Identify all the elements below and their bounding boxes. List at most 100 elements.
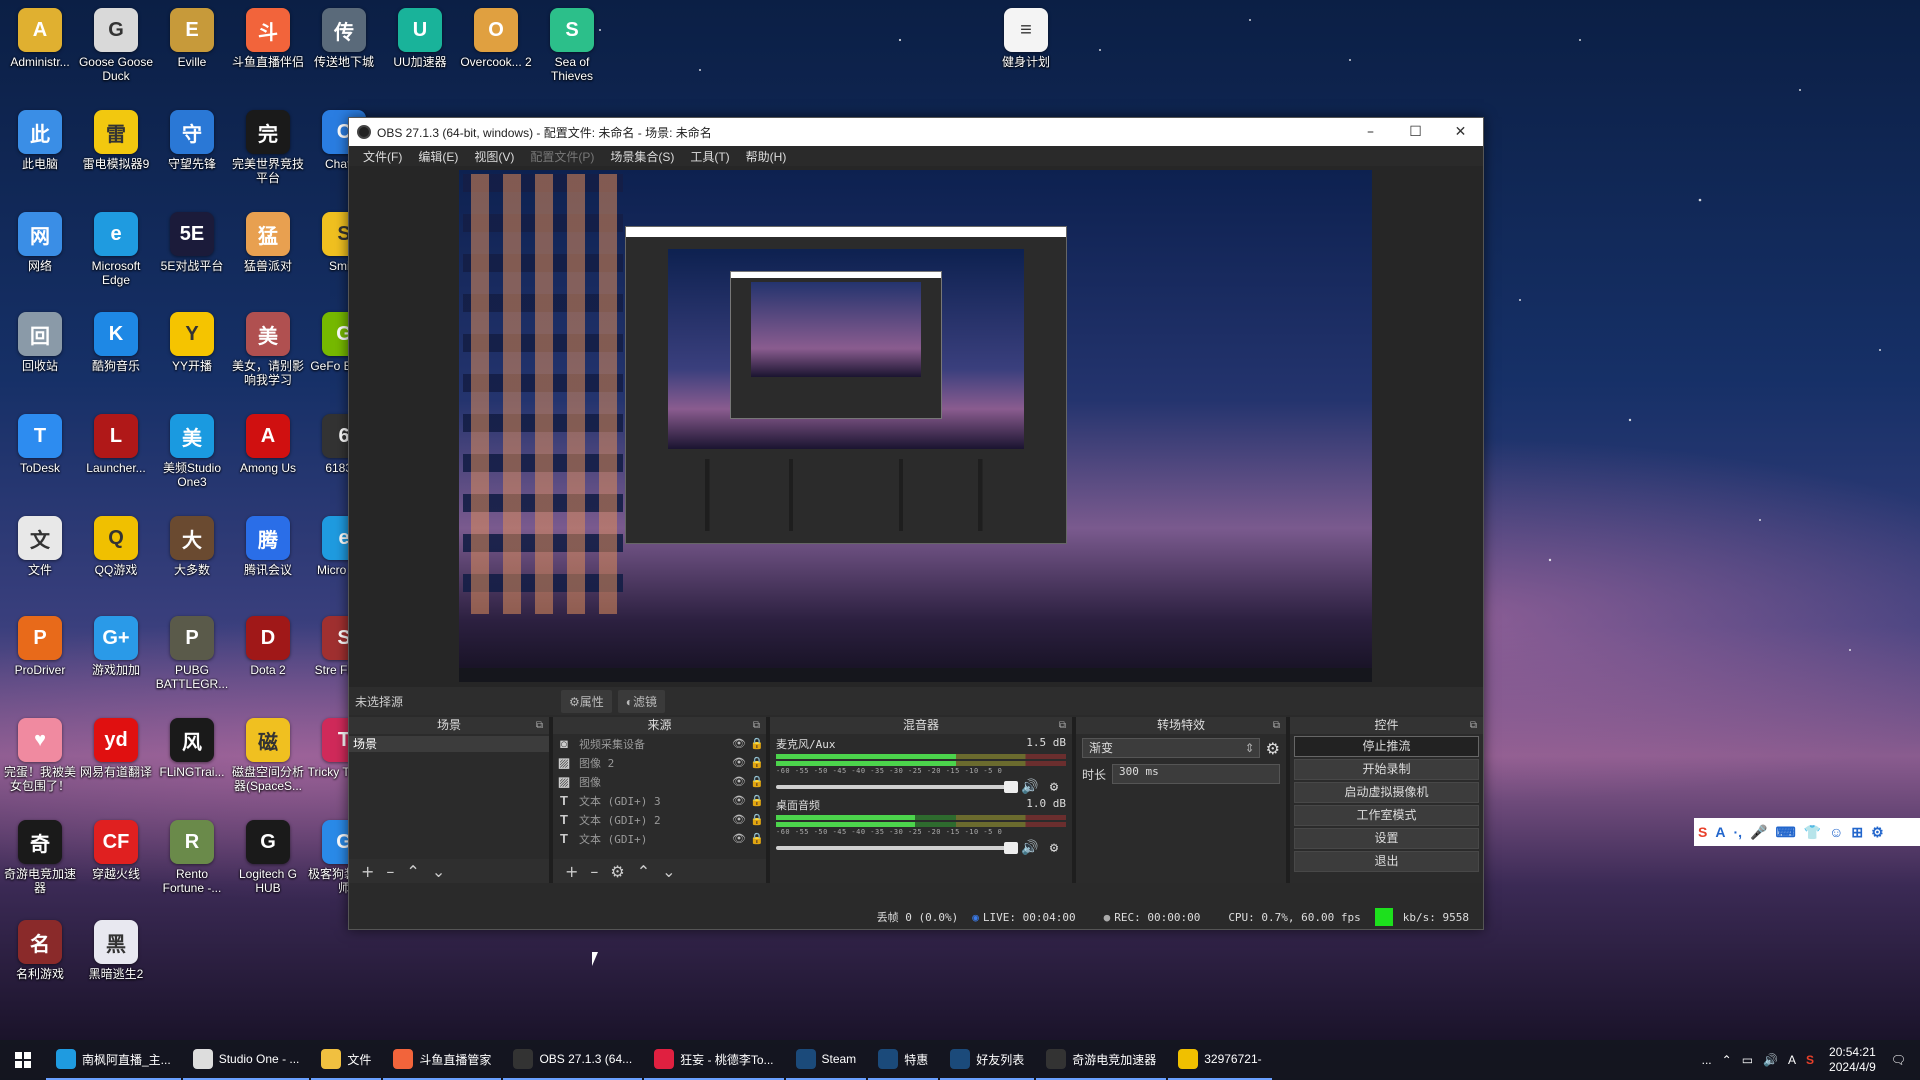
lock-icon[interactable]: 🔒 [748, 775, 766, 788]
ime-tool-icon[interactable]: ·, [1733, 824, 1742, 840]
ime-tool-icon[interactable]: ☺ [1829, 824, 1843, 840]
filters-button[interactable]: ◐滤镜 [617, 689, 666, 713]
volume-icon[interactable]: 🔊 [1763, 1053, 1778, 1067]
desktop-icon[interactable]: 完完美世界竞技平台 [230, 104, 306, 185]
desktop-icon[interactable]: 文文件 [2, 510, 78, 577]
move-up-icon[interactable]: ⌃ [406, 862, 419, 881]
desktop-icon[interactable]: 守守望先锋 [154, 104, 230, 171]
desktop-icon[interactable]: 黑黑暗逃生2 [78, 914, 154, 981]
desktop-icon[interactable]: 磁磁盘空间分析器(SpaceS... [230, 712, 306, 793]
preview-canvas[interactable] [459, 170, 1372, 682]
desktop-icon[interactable]: R Rento Fortune -... [154, 814, 230, 895]
desktop-icon[interactable]: 大大多数 [154, 510, 230, 577]
source-item[interactable]: T 文本 (GDI+) 2 👁 🔒 [553, 810, 766, 829]
desktop-icon[interactable]: T ToDesk [2, 408, 78, 475]
taskbar-item[interactable]: 狂妄 - 桃德李To... [644, 1040, 784, 1080]
taskbar-item[interactable]: 南枫阿直播_主... [46, 1040, 181, 1080]
tray-more[interactable]: ... [1702, 1053, 1712, 1067]
lock-icon[interactable]: 🔒 [748, 832, 766, 845]
control-button[interactable]: 设置 [1294, 828, 1479, 849]
visibility-eye-icon[interactable]: 👁 [730, 756, 748, 769]
desktop-icon[interactable]: 此此电脑 [2, 104, 78, 171]
desktop-icon[interactable]: P PUBG BATTLEGR... [154, 610, 230, 691]
move-down-icon[interactable]: ⌄ [432, 862, 445, 881]
start-button[interactable] [0, 1040, 46, 1080]
taskbar-item[interactable]: 斗鱼直播管家 [383, 1040, 502, 1080]
sogou-logo-icon[interactable]: S [1698, 824, 1707, 840]
desktop-icon[interactable]: 美美频Studio One3 [154, 408, 230, 489]
source-item[interactable]: ▨ 图像 2 👁 🔒 [553, 753, 766, 772]
taskbar-item[interactable]: Studio One - ... [182, 1040, 310, 1080]
properties-button[interactable]: ⚙属性 [561, 689, 612, 713]
desktop-icon[interactable]: 风 FLiNGTrai... [154, 712, 230, 779]
desktop-icon[interactable]: L Launcher... [78, 408, 154, 475]
source-item[interactable]: T 文本 (GDI+) 3 👁 🔒 [553, 791, 766, 810]
move-down-icon[interactable]: ⌄ [662, 862, 675, 881]
desktop-icon[interactable]: 腾腾讯会议 [230, 510, 306, 577]
tray-chevron-icon[interactable]: ⌃ [1722, 1053, 1732, 1067]
clock[interactable]: 20:54:21 2024/4/9 [1829, 1045, 1876, 1075]
desktop-icon[interactable]: CF 穿越火线 [78, 814, 154, 881]
visibility-eye-icon[interactable]: 👁 [730, 813, 748, 826]
notification-icon[interactable]: 🗨 [1891, 1053, 1906, 1067]
visibility-eye-icon[interactable]: 👁 [730, 832, 748, 845]
desktop-icon[interactable]: G Goose Goose Duck [78, 2, 154, 83]
visibility-eye-icon[interactable]: 👁 [730, 737, 748, 750]
desktop-icon[interactable]: 雷雷电模拟器9 [78, 104, 154, 171]
taskbar-item[interactable]: 好友列表 [940, 1040, 1035, 1080]
transition-gear-icon[interactable]: ⚙ [1266, 739, 1280, 758]
lock-icon[interactable]: 🔒 [748, 737, 766, 750]
duration-spinbox[interactable]: 300 ms [1112, 764, 1280, 784]
ime-tool-icon[interactable]: ⚙ [1871, 824, 1884, 841]
menu-item[interactable]: 视图(V) [466, 148, 522, 165]
obs-titlebar[interactable]: OBS 27.1.3 (64-bit, windows) - 配置文件: 未命名… [349, 118, 1483, 146]
taskbar-item[interactable]: OBS 27.1.3 (64... [503, 1040, 643, 1080]
remove-scene-button[interactable]: – [386, 862, 394, 881]
speaker-icon[interactable]: 🔊 [1018, 840, 1042, 856]
move-up-icon[interactable]: ⌃ [637, 862, 650, 881]
scene-item[interactable]: 场景 [349, 736, 549, 752]
visibility-eye-icon[interactable]: 👁 [730, 775, 748, 788]
channel-gear-icon[interactable]: ⚙ [1042, 779, 1066, 795]
desktop-icon[interactable]: 名名利游戏 [2, 914, 78, 981]
volume-slider[interactable] [776, 781, 1018, 793]
speaker-icon[interactable]: 🔊 [1018, 779, 1042, 795]
channel-gear-icon[interactable]: ⚙ [1042, 840, 1066, 856]
desktop-icon[interactable]: G Logitech G HUB [230, 814, 306, 895]
desktop-icon[interactable]: O Overcook... 2 [458, 2, 534, 69]
desktop-icon[interactable]: S Sea of Thieves [534, 2, 610, 83]
ime-tool-icon[interactable]: 🎤 [1750, 824, 1767, 841]
ime-tool-icon[interactable]: 👕 [1804, 824, 1821, 841]
source-item[interactable]: T 文本 (GDI+) 👁 🔒 [553, 829, 766, 848]
ime-tool-icon[interactable]: ⌨ [1775, 824, 1795, 841]
desktop-icon[interactable]: 5E 5E对战平台 [154, 206, 230, 273]
control-button[interactable]: 退出 [1294, 851, 1479, 872]
ime-language[interactable]: A [1715, 824, 1725, 840]
source-item[interactable]: ◙ 视频采集设备 👁 🔒 [553, 734, 766, 753]
control-button[interactable]: 停止推流 [1294, 736, 1479, 757]
taskbar-item[interactable]: Steam [785, 1040, 867, 1080]
desktop-icon[interactable]: U UU加速器 [382, 2, 458, 69]
desktop-icon[interactable]: 传传送地下城 [306, 2, 382, 69]
source-item[interactable]: ▨ 图像 👁 🔒 [553, 772, 766, 791]
menu-item[interactable]: 帮助(H) [738, 148, 795, 165]
desktop-icon[interactable]: Q QQ游戏 [78, 510, 154, 577]
desktop-icon[interactable]: G+ 游戏加加 [78, 610, 154, 677]
desktop-icon[interactable]: 美美女，请别影响我学习 [230, 306, 306, 387]
taskbar-item[interactable]: 特惠 [868, 1040, 939, 1080]
taskbar-item[interactable]: 奇游电竞加速器 [1036, 1040, 1167, 1080]
desktop-icon[interactable]: 猛猛兽派对 [230, 206, 306, 273]
menu-item[interactable]: 编辑(E) [410, 148, 466, 165]
control-button[interactable]: 启动虚拟摄像机 [1294, 782, 1479, 803]
lock-icon[interactable]: 🔒 [748, 813, 766, 826]
desktop-icon[interactable]: A Among Us [230, 408, 306, 475]
lock-icon[interactable]: 🔒 [748, 756, 766, 769]
taskbar-item[interactable]: 32976721- [1168, 1040, 1272, 1080]
source-properties-gear-icon[interactable]: ⚙ [610, 862, 624, 881]
control-button[interactable]: 开始录制 [1294, 759, 1479, 780]
desktop-icon[interactable]: 斗斗鱼直播伴侣 [230, 2, 306, 69]
minimize-button[interactable]: – [1348, 118, 1393, 146]
desktop-icon[interactable]: K 酷狗音乐 [78, 306, 154, 373]
desktop-icon[interactable]: A Administr... [2, 2, 78, 69]
sogou-tray-icon[interactable]: S [1806, 1053, 1814, 1067]
